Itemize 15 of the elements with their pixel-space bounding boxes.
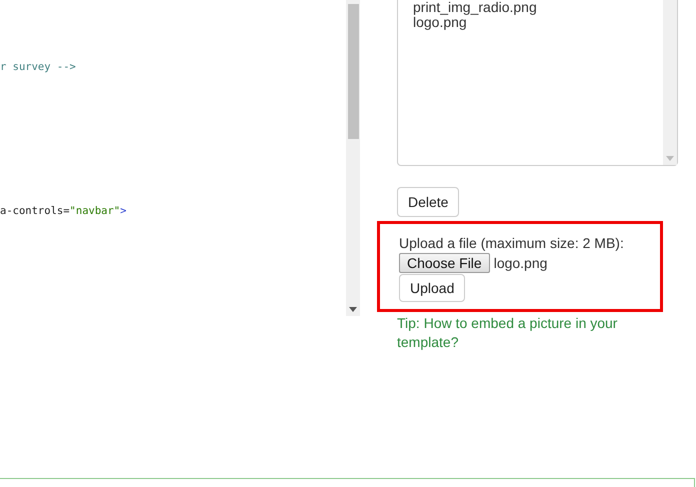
tip-link[interactable]: Tip: How to embed a picture in your template? <box>397 314 637 352</box>
file-item[interactable]: print_img_radio.png <box>413 0 663 15</box>
choose-file-button[interactable]: Choose File <box>399 253 490 273</box>
code-line: r survey --> <box>0 61 76 73</box>
scroll-down-icon[interactable] <box>349 307 357 312</box>
scrollbar-thumb[interactable] <box>348 4 358 139</box>
upload-label: Upload a file (maximum size: 2 MB): <box>399 235 624 251</box>
code-line: a-controls="navbar"> <box>0 205 126 217</box>
scrollbar[interactable] <box>346 0 360 316</box>
chosen-file-name: logo.png <box>494 255 548 271</box>
upload-button[interactable]: Upload <box>399 274 466 302</box>
file-list[interactable]: print_img_radio.png logo.png <box>397 0 678 166</box>
file-item[interactable]: logo.png <box>413 15 663 30</box>
list-scrollbar[interactable] <box>663 0 677 165</box>
delete-button[interactable]: Delete <box>397 187 460 217</box>
